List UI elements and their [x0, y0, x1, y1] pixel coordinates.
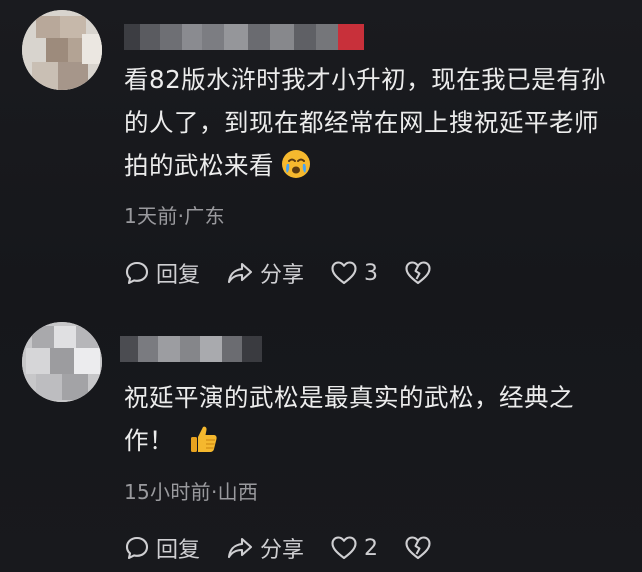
broken-heart-icon [404, 260, 432, 286]
comment-text-line: 祝延平演的武松是最真实的武松，经典之 [124, 383, 574, 412]
comment-text-line: 拍的武松来看 [124, 144, 624, 193]
reply-bubble-icon [124, 535, 150, 561]
comment-text: 祝延平演的武松是最真实的武松，经典之 作！ [124, 376, 624, 468]
reply-label: 回复 [156, 263, 201, 288]
avatar[interactable] [22, 10, 102, 90]
share-arrow-icon [226, 260, 254, 286]
share-arrow-icon [226, 535, 254, 561]
comment-actions: 回复 分享 3 [124, 258, 458, 288]
like-count: 3 [364, 260, 379, 286]
reply-button[interactable]: 回复 [124, 257, 200, 289]
share-button[interactable]: 分享 [226, 257, 304, 289]
like-button[interactable]: 2 [330, 535, 378, 561]
share-label: 分享 [260, 263, 305, 288]
comment-text-line: 看82版水浒时我才小升初，现在我已是有孙 [124, 65, 607, 94]
like-count: 2 [364, 535, 379, 561]
comment-actions: 回复 分享 2 [124, 533, 458, 563]
comment-text-segment: 拍的武松来看 [124, 151, 274, 180]
username-redacted[interactable] [124, 24, 364, 50]
heart-icon [330, 535, 358, 561]
reply-button[interactable]: 回复 [124, 532, 200, 564]
comment-meta: 15小时前·山西 [124, 480, 259, 504]
thumbs-up-emoji-icon [188, 423, 220, 468]
comment-feed: 看82版水浒时我才小升初，现在我已是有孙 的人了，到现在都经常在网上搜祝延平老师… [0, 0, 642, 572]
broken-heart-icon [404, 535, 432, 561]
reply-label: 回复 [156, 538, 201, 563]
username-redacted[interactable] [120, 336, 262, 362]
heart-icon [330, 260, 358, 286]
share-button[interactable]: 分享 [226, 532, 304, 564]
dislike-button[interactable] [404, 535, 432, 561]
comment-text: 看82版水浒时我才小升初，现在我已是有孙 的人了，到现在都经常在网上搜祝延平老师… [124, 58, 624, 193]
dislike-button[interactable] [404, 260, 432, 286]
comment-text-line: 作！ [124, 419, 624, 468]
comment-text-line: 的人了，到现在都经常在网上搜祝延平老师 [124, 108, 599, 137]
comment-text-segment: 作！ [124, 426, 174, 455]
crying-face-emoji-icon [280, 148, 312, 193]
like-button[interactable]: 3 [330, 260, 378, 286]
comment-meta: 1天前·广东 [124, 204, 225, 228]
reply-bubble-icon [124, 260, 150, 286]
share-label: 分享 [260, 538, 305, 563]
avatar[interactable] [22, 322, 102, 402]
